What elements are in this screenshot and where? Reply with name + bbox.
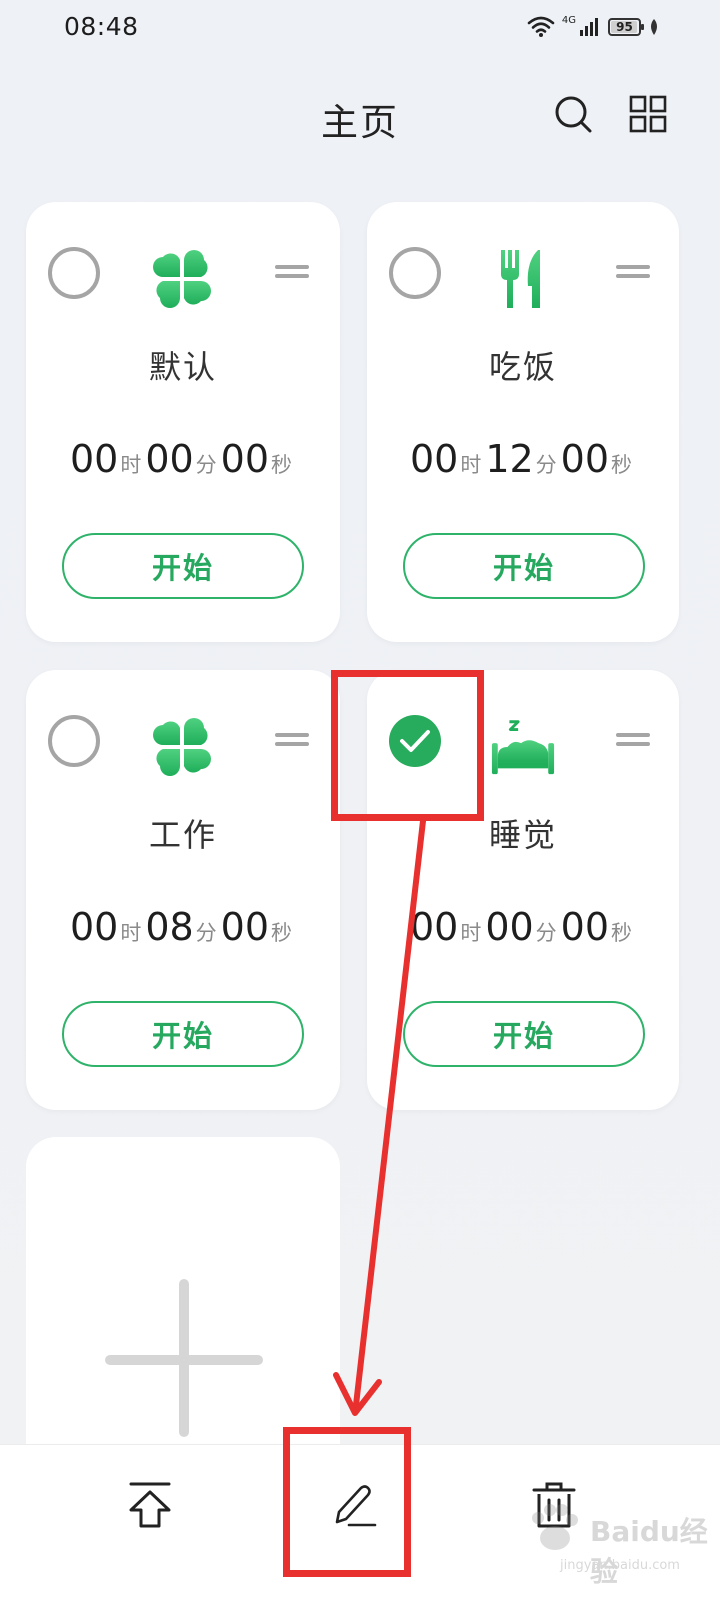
add-timer-card[interactable] [26, 1137, 340, 1477]
grid-icon [629, 95, 667, 133]
hours-unit: 时 [460, 921, 482, 945]
status-icons: 4G 95 [527, 13, 660, 41]
timer-name: 吃饭 [488, 348, 557, 386]
minutes-value: 12 [485, 437, 534, 481]
watermark-url: jingyan.baidu.com [560, 1558, 680, 1573]
minutes-value: 08 [145, 905, 194, 949]
clover-icon [149, 246, 215, 312]
bed-icon [490, 714, 556, 780]
move-to-top-icon [129, 1482, 171, 1528]
leaf-icon [651, 19, 657, 35]
hours-value: 00 [409, 905, 459, 949]
annotation-highlight-box [283, 1427, 411, 1577]
timer-name: 默认 [148, 348, 217, 386]
select-radio[interactable] [48, 247, 100, 299]
minutes-unit: 分 [535, 453, 557, 477]
drag-handle-icon[interactable] [275, 265, 309, 279]
timer-duration: 00 时 12 分 00 秒 [367, 437, 679, 481]
search-button[interactable] [549, 90, 597, 138]
start-button[interactable]: 开始 [62, 1001, 304, 1067]
fork-knife-icon [490, 246, 556, 312]
timer-duration: 00 时 00 分 00 秒 [367, 905, 679, 949]
timer-duration: 00 时 08 分 00 秒 [26, 905, 340, 949]
hours-value: 00 [69, 437, 119, 481]
seconds-unit: 秒 [271, 453, 293, 477]
timer-card[interactable]: 工作 00 时 08 分 00 秒 开始 [26, 670, 340, 1110]
battery-icon: 95 [608, 18, 644, 36]
minutes-unit: 分 [535, 921, 557, 945]
drag-handle-icon[interactable] [275, 733, 309, 747]
drag-handle-icon[interactable] [616, 265, 650, 279]
baidu-watermark: Baidu经验 jingyan.baidu.com [520, 1490, 720, 1600]
minutes-unit: 分 [195, 921, 217, 945]
timer-duration: 00 时 00 分 00 秒 [26, 437, 340, 481]
status-time: 08:48 [64, 12, 139, 41]
page-title: 主页 [321, 101, 399, 144]
status-bar: 08:48 4G 95 [0, 0, 720, 56]
minutes-unit: 分 [195, 453, 217, 477]
header: 主页 [0, 70, 720, 160]
grid-view-button[interactable] [624, 90, 672, 138]
hours-value: 00 [409, 437, 459, 481]
paw-logo-icon [532, 1504, 578, 1550]
hours-unit: 时 [120, 921, 142, 945]
move-to-top-button[interactable] [120, 1475, 180, 1535]
select-radio[interactable] [389, 247, 441, 299]
start-button[interactable]: 开始 [62, 533, 304, 599]
start-button[interactable]: 开始 [403, 533, 645, 599]
minutes-value: 00 [485, 905, 534, 949]
clover-icon [149, 714, 215, 780]
hours-unit: 时 [460, 453, 482, 477]
seconds-value: 00 [220, 437, 270, 481]
hours-unit: 时 [120, 453, 142, 477]
seconds-value: 00 [560, 905, 610, 949]
start-button[interactable]: 开始 [403, 1001, 645, 1067]
signal-icon [580, 18, 598, 36]
minutes-value: 00 [145, 437, 194, 481]
seconds-unit: 秒 [611, 921, 633, 945]
seconds-unit: 秒 [611, 453, 633, 477]
timer-name: 工作 [148, 816, 217, 854]
annotation-highlight-box [331, 670, 484, 821]
search-icon [555, 96, 592, 133]
seconds-value: 00 [220, 905, 270, 949]
wifi-icon [527, 16, 555, 37]
seconds-value: 00 [560, 437, 610, 481]
seconds-unit: 秒 [271, 921, 293, 945]
timer-card[interactable]: 吃饭 00 时 12 分 00 秒 开始 [367, 202, 679, 642]
plus-icon-bar [105, 1355, 263, 1365]
watermark-text: Baidu经验 [590, 1515, 708, 1588]
select-radio[interactable] [48, 715, 100, 767]
timer-card[interactable]: 默认 00 时 00 分 00 秒 开始 [26, 202, 340, 642]
network-type-label: 4G [561, 14, 576, 26]
hours-value: 00 [69, 905, 119, 949]
battery-percent: 95 [616, 20, 633, 34]
drag-handle-icon[interactable] [616, 733, 650, 747]
